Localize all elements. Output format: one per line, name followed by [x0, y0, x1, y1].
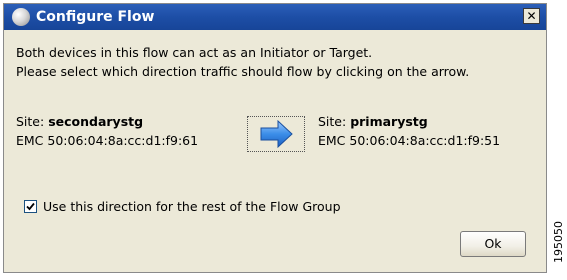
ok-button[interactable]: Ok	[460, 231, 526, 257]
target-site-info: Site: primarystg EMC 50:06:04:8a:cc:d1:f…	[318, 114, 500, 148]
dialog-body: Both devices in this flow can act as an …	[4, 30, 546, 272]
target-site-wwn: EMC 50:06:04:8a:cc:d1:f9:51	[318, 133, 501, 148]
figure-number: 195050	[552, 221, 565, 263]
message-line-2: Please select which direction traffic sh…	[16, 64, 470, 79]
message-line-1: Both devices in this flow can act as an …	[16, 45, 373, 60]
target-site-label: Site:	[318, 114, 351, 129]
checkmark-icon	[26, 202, 35, 211]
title-bar[interactable]: Configure Flow ✕	[4, 4, 546, 30]
source-site-wwn: EMC 50:06:04:8a:cc:d1:f9:61	[16, 133, 199, 148]
direction-checkbox[interactable]	[24, 200, 37, 213]
source-site-info: Site: secondarystg EMC 50:06:04:8a:cc:d1…	[16, 114, 198, 148]
direction-arrow-button[interactable]	[247, 116, 305, 152]
app-icon	[12, 8, 30, 26]
target-site-name: primarystg	[350, 114, 428, 129]
window-title: Configure Flow	[36, 9, 155, 25]
close-button[interactable]: ✕	[523, 8, 540, 24]
direction-checkbox-row[interactable]: Use this direction for the rest of the F…	[24, 198, 341, 214]
direction-checkbox-label: Use this direction for the rest of the F…	[43, 199, 341, 214]
source-site-name: secondarystg	[48, 114, 144, 129]
source-site-label: Site:	[16, 114, 49, 129]
configure-flow-dialog: Configure Flow ✕ Both devices in this fl…	[3, 3, 547, 273]
arrow-right-icon	[260, 119, 293, 149]
